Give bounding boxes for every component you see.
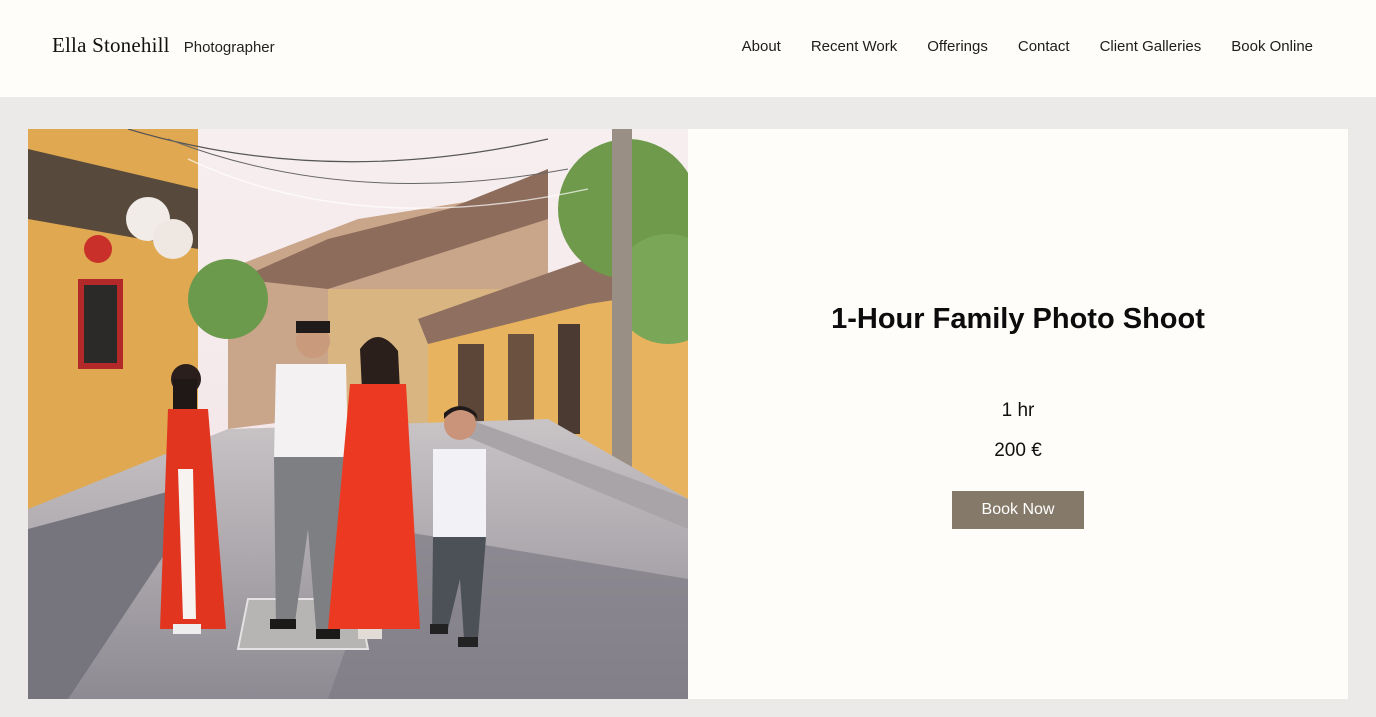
nav-item-offerings[interactable]: Offerings [927, 38, 988, 55]
book-now-button[interactable]: Book Now [952, 491, 1084, 529]
nav-item-book-online[interactable]: Book Online [1231, 38, 1313, 55]
service-card: 1-Hour Family Photo Shoot 1 hr 200 € Boo… [28, 129, 1348, 699]
service-photo [28, 129, 688, 699]
service-title: 1-Hour Family Photo Shoot [831, 303, 1205, 335]
service-duration: 1 hr [1001, 400, 1035, 421]
service-price: 200 € [994, 440, 1042, 461]
nav-item-about[interactable]: About [742, 38, 781, 55]
main-nav: About Recent Work Offerings Contact Clie… [742, 38, 1313, 55]
brand-tagline: Photographer [183, 39, 275, 56]
family-street-photo [28, 129, 688, 699]
brand[interactable]: Ella Stonehill Photographer [52, 33, 275, 58]
brand-name[interactable]: Ella Stonehill [52, 33, 170, 58]
site-header: Ella Stonehill Photographer About Recent… [0, 0, 1376, 97]
nav-item-recent-work[interactable]: Recent Work [811, 38, 897, 55]
service-details: 1-Hour Family Photo Shoot 1 hr 200 € Boo… [688, 129, 1348, 699]
nav-item-client-galleries[interactable]: Client Galleries [1100, 38, 1202, 55]
nav-item-contact[interactable]: Contact [1018, 38, 1070, 55]
